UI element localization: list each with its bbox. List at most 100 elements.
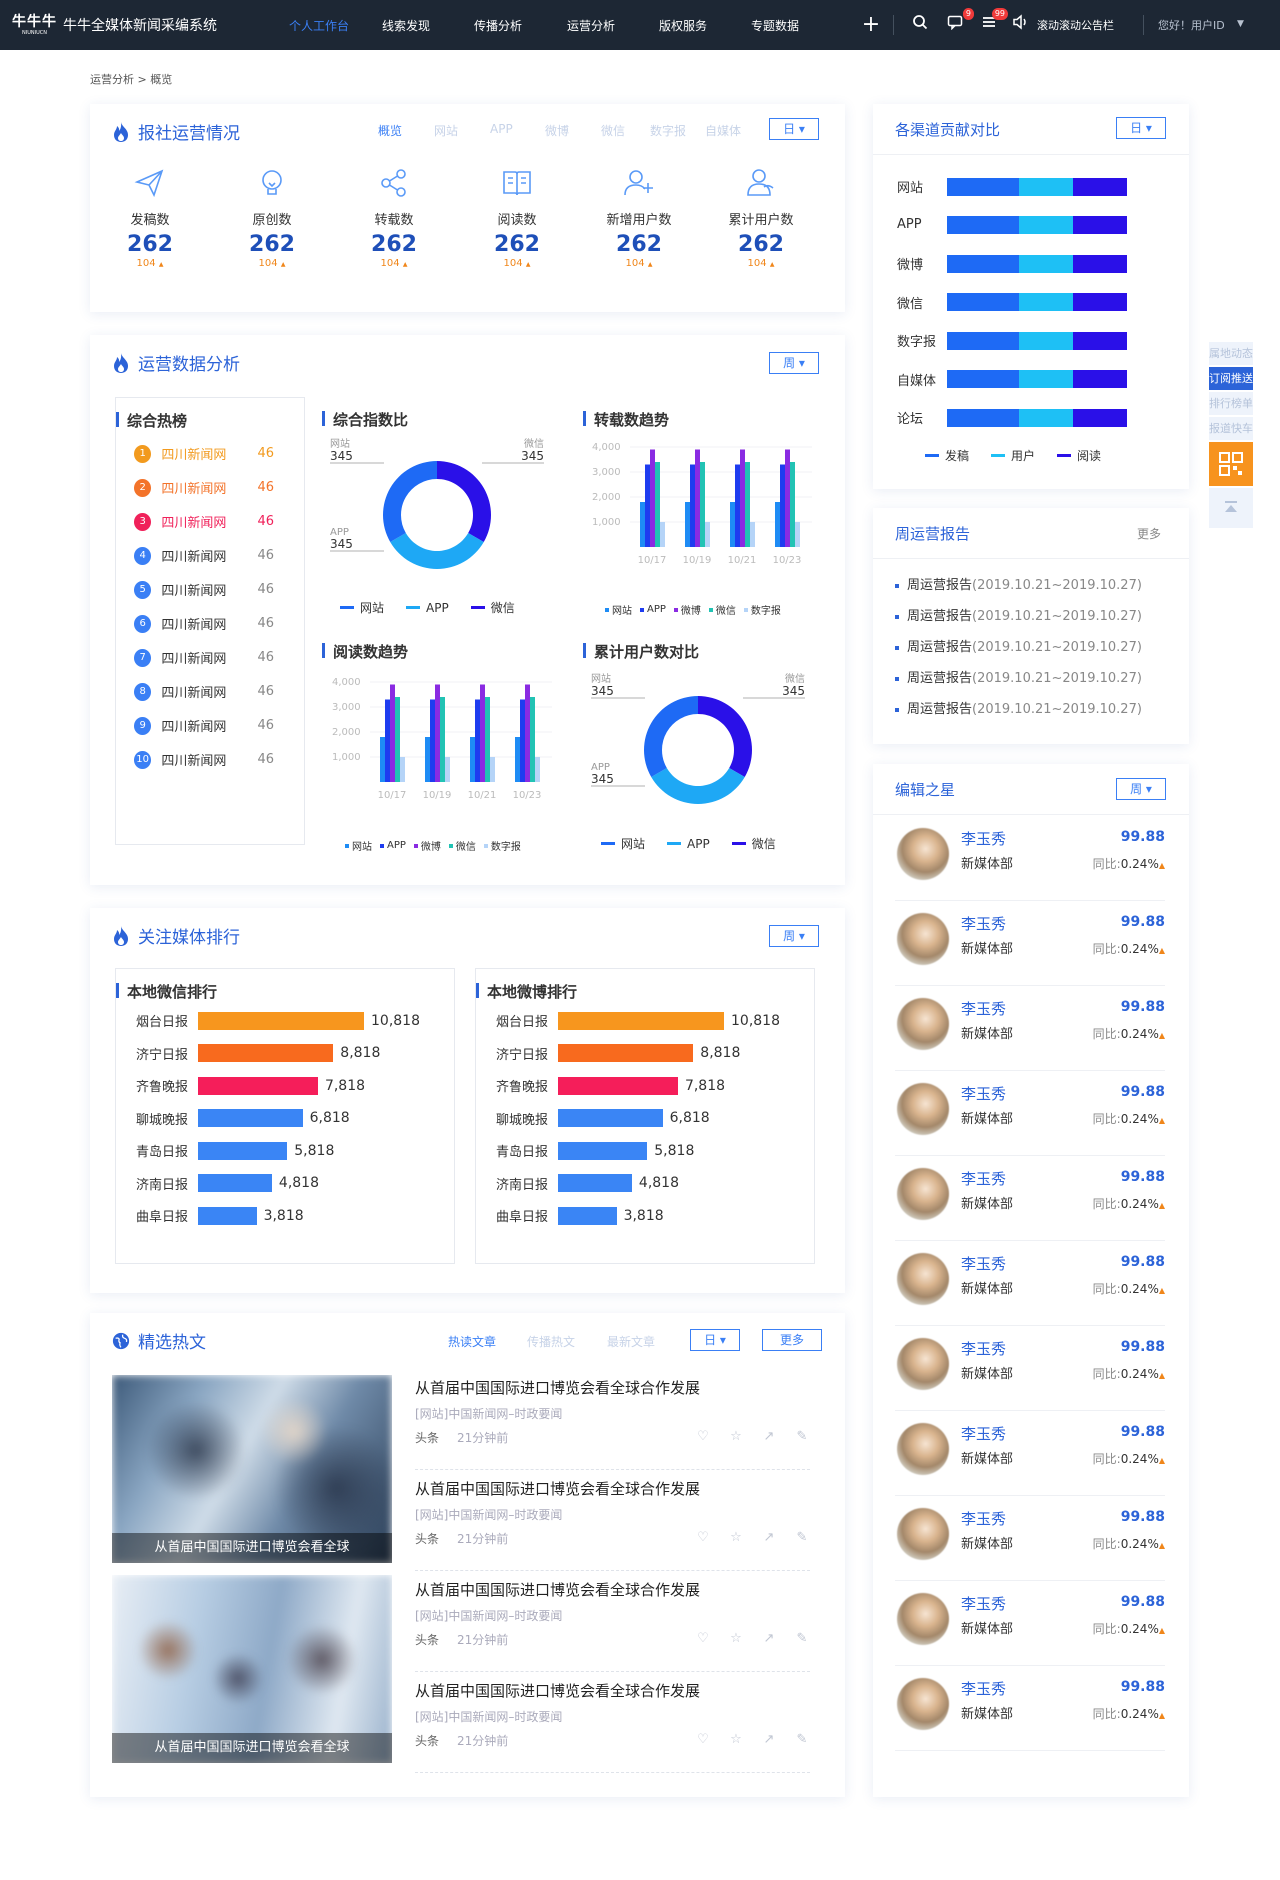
editor-star-item[interactable]: 李玉秀 新媒体部 99.88 同比:0.24%▲: [895, 1666, 1165, 1751]
user-greeting[interactable]: 您好！用户ID: [1158, 17, 1225, 33]
editor-star-item[interactable]: 李玉秀 新媒体部 99.88 同比:0.24%▲: [895, 1326, 1165, 1411]
tab-website[interactable]: 网站: [434, 122, 458, 139]
star-name[interactable]: 李玉秀: [961, 828, 1006, 849]
rank-bar-row[interactable]: 济宁日报 8,818: [116, 1044, 380, 1063]
editor-star-item[interactable]: 李玉秀 新媒体部 99.88 同比:0.24%▲: [895, 816, 1165, 901]
star-name[interactable]: 李玉秀: [961, 1338, 1006, 1359]
share-icon[interactable]: ↗: [761, 1631, 777, 1647]
nav-topic[interactable]: 专题数据: [751, 17, 799, 34]
rank-item[interactable]: 1 四川新闻网 46: [134, 444, 274, 463]
news-title[interactable]: 从首届中国国际进口博览会看全球合作发展: [415, 1680, 700, 1701]
app-logo[interactable]: 牛牛牛 NIUNIUCN 牛牛全媒体新闻采编系统: [12, 14, 217, 36]
announcement-ticker[interactable]: 滚动滚动公告栏: [1037, 17, 1114, 33]
star-name[interactable]: 李玉秀: [961, 1083, 1006, 1104]
plus-icon[interactable]: +: [860, 14, 882, 36]
heart-icon[interactable]: ♡: [695, 1631, 711, 1647]
tab-hot-spread[interactable]: 传播热文: [527, 1333, 575, 1350]
nav-copyright[interactable]: 版权服务: [659, 17, 707, 34]
editor-star-item[interactable]: 李玉秀 新媒体部 99.88 同比:0.24%▲: [895, 901, 1165, 986]
report-item[interactable]: 周运营报告(2019.10.21~2019.10.27): [895, 636, 1142, 655]
rank-item[interactable]: 3 四川新闻网 46: [134, 512, 274, 531]
editor-star-item[interactable]: 李玉秀 新媒体部 99.88 同比:0.24%▲: [895, 986, 1165, 1071]
report-item[interactable]: 周运营报告(2019.10.21~2019.10.27): [895, 605, 1142, 624]
more-button[interactable]: 更多: [762, 1329, 822, 1351]
back-to-top-icon[interactable]: [1209, 488, 1253, 528]
rank-item[interactable]: 9 四川新闻网 46: [134, 716, 274, 735]
news-image[interactable]: 从首届中国国际进口博览会看全球: [112, 1375, 392, 1563]
rank-bar-row[interactable]: 曲阜日报 3,818: [116, 1206, 304, 1225]
heart-icon[interactable]: ♡: [695, 1429, 711, 1445]
news-image[interactable]: 从首届中国国际进口博览会看全球: [112, 1575, 392, 1763]
chevron-down-icon[interactable]: ▼: [1237, 19, 1244, 29]
report-item[interactable]: 周运营报告(2019.10.21~2019.10.27): [895, 698, 1142, 717]
rank-bar-row[interactable]: 济南日报 4,818: [116, 1174, 319, 1193]
tab-selfmedia[interactable]: 自媒体: [705, 122, 741, 139]
rank-bar-row[interactable]: 烟台日报 10,818: [116, 1011, 420, 1030]
edit-icon[interactable]: ✎: [794, 1530, 810, 1546]
side-item-subscribe[interactable]: 订阅推送: [1209, 367, 1253, 390]
side-item-ranking[interactable]: 排行榜单: [1209, 392, 1253, 415]
star-name[interactable]: 李玉秀: [961, 1593, 1006, 1614]
nav-workbench[interactable]: 个人工作台: [289, 17, 349, 34]
rank-item[interactable]: 6 四川新闻网 46: [134, 614, 274, 633]
period-select[interactable]: 周 ▾: [769, 352, 819, 374]
star-name[interactable]: 李玉秀: [961, 1508, 1006, 1529]
rank-bar-row[interactable]: 曲阜日报 3,818: [476, 1206, 664, 1225]
share-icon[interactable]: ↗: [761, 1732, 777, 1748]
editor-star-item[interactable]: 李玉秀 新媒体部 99.88 同比:0.24%▲: [895, 1071, 1165, 1156]
news-title[interactable]: 从首届中国国际进口博览会看全球合作发展: [415, 1579, 700, 1600]
period-select[interactable]: 日 ▾: [690, 1329, 740, 1351]
rank-bar-row[interactable]: 聊城晚报 6,818: [116, 1109, 350, 1128]
message-icon[interactable]: 9: [944, 8, 974, 36]
star-icon[interactable]: ☆: [728, 1732, 744, 1748]
tab-overview[interactable]: 概览: [378, 122, 402, 139]
report-item[interactable]: 周运营报告(2019.10.21~2019.10.27): [895, 574, 1142, 593]
tab-latest[interactable]: 最新文章: [607, 1333, 655, 1350]
news-title[interactable]: 从首届中国国际进口博览会看全球合作发展: [415, 1478, 700, 1499]
side-item-express[interactable]: 报道快车: [1209, 417, 1253, 440]
nav-clue[interactable]: 线索发现: [382, 17, 430, 34]
news-item[interactable]: 从首届中国国际进口博览会看全球合作发展 [网站]中国新闻网–时政要闻 头条 21分钟前…: [415, 1369, 810, 1470]
period-select[interactable]: 日 ▾: [769, 118, 819, 140]
tab-app[interactable]: APP: [490, 122, 513, 136]
edit-icon[interactable]: ✎: [794, 1732, 810, 1748]
rank-bar-row[interactable]: 烟台日报 10,818: [476, 1011, 780, 1030]
news-item[interactable]: 从首届中国国际进口博览会看全球合作发展 [网站]中国新闻网–时政要闻 头条 21分钟前…: [415, 1571, 810, 1672]
rank-bar-row[interactable]: 济南日报 4,818: [476, 1174, 679, 1193]
rank-item[interactable]: 10 四川新闻网 46: [134, 750, 274, 769]
tab-hot-read[interactable]: 热读文章: [448, 1333, 496, 1350]
star-icon[interactable]: ☆: [728, 1429, 744, 1445]
qrcode-icon[interactable]: [1209, 442, 1253, 486]
rank-bar-row[interactable]: 聊城晚报 6,818: [476, 1109, 710, 1128]
heart-icon[interactable]: ♡: [695, 1530, 711, 1546]
editor-star-item[interactable]: 李玉秀 新媒体部 99.88 同比:0.24%▲: [895, 1411, 1165, 1496]
rank-item[interactable]: 4 四川新闻网 46: [134, 546, 274, 565]
star-name[interactable]: 李玉秀: [961, 1423, 1006, 1444]
news-item[interactable]: 从首届中国国际进口博览会看全球合作发展 [网站]中国新闻网–时政要闻 头条 21分钟前…: [415, 1470, 810, 1571]
star-name[interactable]: 李玉秀: [961, 1678, 1006, 1699]
star-name[interactable]: 李玉秀: [961, 913, 1006, 934]
rank-bar-row[interactable]: 齐鲁晚报 7,818: [116, 1076, 365, 1095]
side-item-local[interactable]: 属地动态: [1209, 342, 1253, 365]
rank-bar-row[interactable]: 青岛日报 5,818: [476, 1141, 694, 1160]
star-name[interactable]: 李玉秀: [961, 1168, 1006, 1189]
share-icon[interactable]: ↗: [761, 1530, 777, 1546]
news-title[interactable]: 从首届中国国际进口博览会看全球合作发展: [415, 1377, 700, 1398]
more-link[interactable]: 更多: [1137, 525, 1161, 542]
rank-bar-row[interactable]: 青岛日报 5,818: [116, 1141, 334, 1160]
star-name[interactable]: 李玉秀: [961, 998, 1006, 1019]
nav-spread[interactable]: 传播分析: [474, 17, 522, 34]
rank-item[interactable]: 5 四川新闻网 46: [134, 580, 274, 599]
news-item[interactable]: 从首届中国国际进口博览会看全球合作发展 [网站]中国新闻网–时政要闻 头条 21分钟前…: [415, 1672, 810, 1773]
star-icon[interactable]: ☆: [728, 1530, 744, 1546]
search-icon[interactable]: [909, 14, 931, 36]
star-name[interactable]: 李玉秀: [961, 1253, 1006, 1274]
tab-weibo[interactable]: 微博: [545, 122, 569, 139]
editor-star-item[interactable]: 李玉秀 新媒体部 99.88 同比:0.24%▲: [895, 1156, 1165, 1241]
tab-wechat[interactable]: 微信: [601, 122, 625, 139]
menu-icon[interactable]: 99: [978, 8, 1008, 36]
period-select[interactable]: 日 ▾: [1116, 117, 1166, 139]
rank-bar-row[interactable]: 济宁日报 8,818: [476, 1044, 740, 1063]
report-item[interactable]: 周运营报告(2019.10.21~2019.10.27): [895, 667, 1142, 686]
period-select[interactable]: 周 ▾: [769, 925, 819, 947]
